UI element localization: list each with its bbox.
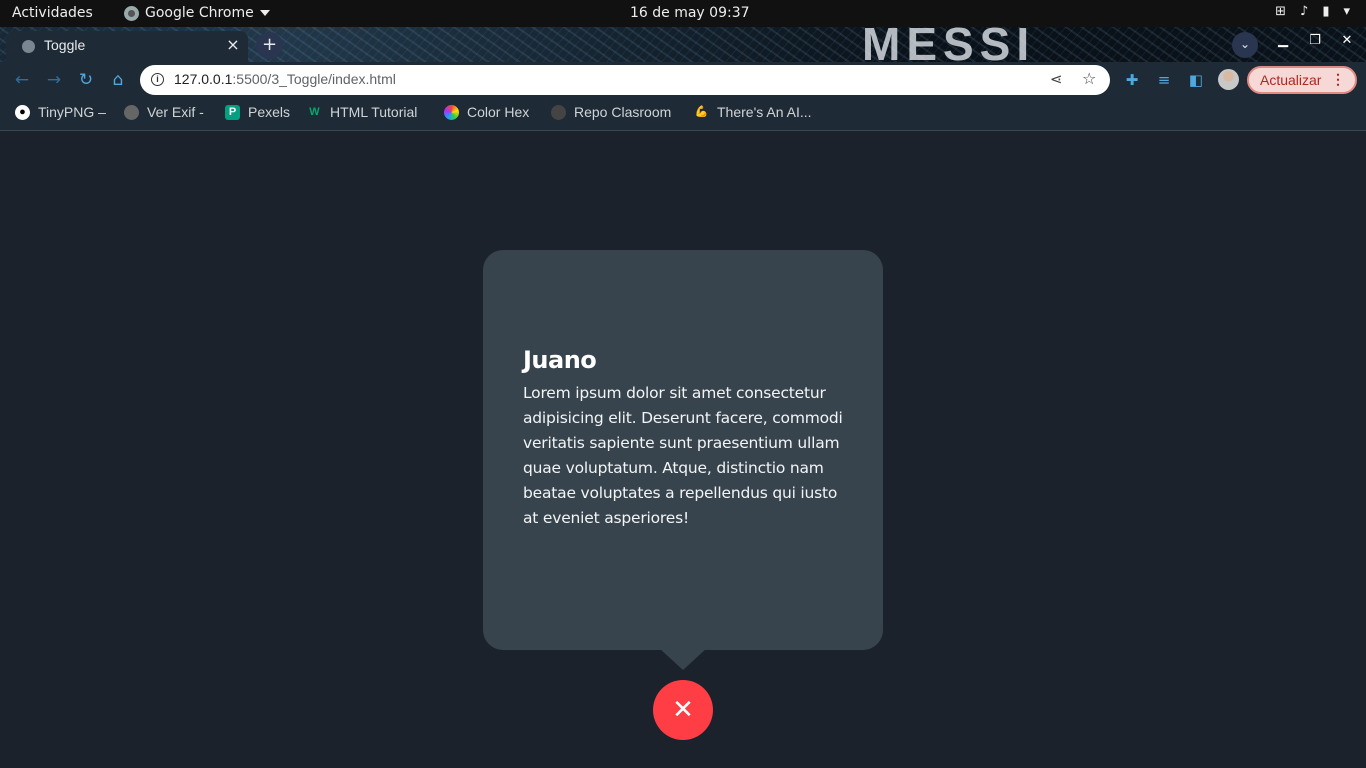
- colorhex-icon: [444, 104, 459, 120]
- extensions-icon[interactable]: ✚: [1123, 71, 1141, 89]
- forward-button[interactable]: →: [43, 69, 65, 91]
- restore-icon[interactable]: ❐: [1306, 33, 1324, 48]
- panda-icon: ●: [15, 104, 30, 120]
- card-pointer: [659, 648, 707, 670]
- tab-toggle[interactable]: Toggle ×: [6, 31, 248, 62]
- chrome-icon: [124, 5, 139, 21]
- bookmark-label: Ver Exif -: [147, 104, 204, 120]
- toggle-close-button[interactable]: ✕: [653, 680, 713, 740]
- w3schools-icon: W: [309, 105, 320, 118]
- share-icon[interactable]: ⋖: [1050, 70, 1063, 88]
- side-panel-icon[interactable]: ◧: [1187, 71, 1205, 89]
- bookmark-theres-an-ai[interactable]: 💪 There's An AI...: [694, 104, 812, 120]
- bookmark-label: HTML Tutorial: [330, 104, 418, 120]
- bookmark-tinypng[interactable]: ● TinyPNG –: [15, 104, 106, 120]
- system-top-bar: Actividades Google Chrome 16 de may 09:3…: [0, 0, 1366, 27]
- new-tab-button[interactable]: +: [256, 32, 283, 59]
- home-button[interactable]: ⌂: [107, 69, 129, 91]
- network-icon: ⊞: [1275, 4, 1287, 19]
- bookmark-label: Repo Clasroom: [574, 104, 672, 120]
- browser-toolbar: ← → ↻ ⌂ i 127.0.0.1:5500/3_Toggle/index.…: [0, 62, 1366, 98]
- bookmark-star-icon[interactable]: ☆: [1082, 69, 1096, 88]
- bookmark-ver-exif[interactable]: Ver Exif -: [124, 104, 204, 120]
- close-tab-button[interactable]: ×: [224, 35, 242, 54]
- tab-search-button[interactable]: ⌄: [1232, 32, 1258, 58]
- app-name: Google Chrome: [145, 5, 254, 21]
- bookmark-label: Color Hex: [467, 104, 530, 120]
- bookmark-html-tutorial[interactable]: W HTML Tutorial: [307, 104, 417, 120]
- chevron-down-icon: [259, 10, 270, 16]
- site-info-icon[interactable]: i: [151, 73, 164, 86]
- back-button[interactable]: ←: [11, 69, 33, 91]
- bookmark-color-hex[interactable]: Color Hex: [444, 104, 529, 120]
- close-window-icon[interactable]: ✕: [1338, 33, 1356, 48]
- tab-strip: MESSI Toggle × + ⌄ ▁ ❐ ✕: [0, 27, 1366, 62]
- activities-button[interactable]: Actividades: [12, 5, 93, 21]
- tab-title: Toggle: [44, 37, 86, 53]
- arm-icon: 💪: [694, 105, 709, 118]
- url-path: :5500/3_Toggle/index.html: [232, 71, 396, 87]
- app-menu[interactable]: Google Chrome: [124, 5, 270, 21]
- reload-button[interactable]: ↻: [75, 69, 97, 91]
- menu-icon: ⋮: [1331, 71, 1345, 87]
- bookmark-label: TinyPNG –: [38, 104, 106, 120]
- clock[interactable]: 16 de may 09:37: [630, 5, 750, 21]
- update-label: Actualizar: [1260, 72, 1322, 88]
- reading-list-icon[interactable]: ≡: [1155, 71, 1173, 89]
- chevron-down-icon: ▾: [1343, 4, 1350, 19]
- battery-icon: ▮: [1322, 4, 1330, 19]
- profile-avatar[interactable]: [1218, 69, 1239, 90]
- card-title: Juano: [523, 346, 597, 374]
- bookmarks-bar: ● TinyPNG – Ver Exif - P Pexels W HTML T…: [0, 98, 1366, 131]
- address-bar[interactable]: i 127.0.0.1:5500/3_Toggle/index.html ⋖ ☆: [140, 65, 1110, 95]
- volume-icon: ♪: [1300, 4, 1309, 19]
- bookmark-label: There's An AI...: [717, 104, 812, 120]
- minimize-icon[interactable]: ▁: [1274, 33, 1292, 48]
- url-text[interactable]: 127.0.0.1:5500/3_Toggle/index.html: [174, 71, 396, 87]
- bookmark-repo-clasroom[interactable]: Repo Clasroom: [551, 104, 671, 120]
- bookmark-pexels[interactable]: P Pexels: [225, 104, 290, 120]
- github-icon: [551, 104, 566, 120]
- pexels-icon: P: [225, 104, 240, 120]
- theme-wallpaper-text: MESSI: [862, 27, 1036, 62]
- globe-icon: [22, 40, 35, 53]
- card-description: Lorem ipsum dolor sit amet consectetur a…: [523, 384, 843, 527]
- bookmark-label: Pexels: [248, 104, 291, 120]
- url-host: 127.0.0.1: [174, 71, 233, 87]
- system-tray[interactable]: ⊞ ♪ ▮ ▾: [1275, 4, 1350, 19]
- globe-icon: [124, 104, 139, 120]
- update-button[interactable]: Actualizar ⋮: [1247, 66, 1357, 94]
